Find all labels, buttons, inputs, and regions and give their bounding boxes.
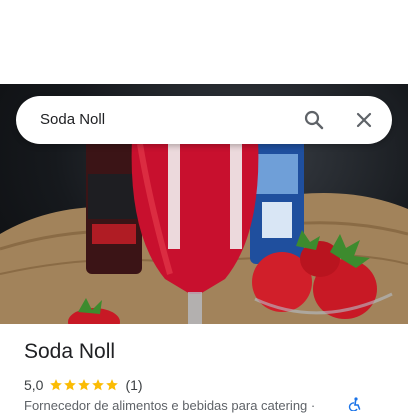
map-area	[0, 0, 408, 84]
star-icon	[64, 379, 77, 391]
rating-row[interactable]: 5,0 (1)	[24, 376, 143, 394]
star-rating	[49, 378, 119, 392]
star-icon	[78, 379, 91, 391]
review-count[interactable]: (1)	[125, 377, 142, 393]
rating-value: 5,0	[24, 377, 44, 393]
search-input[interactable]: Soda Noll	[40, 96, 105, 144]
star-icon	[92, 379, 105, 391]
wheelchair-icon	[348, 397, 362, 412]
place-title: Soda Noll	[24, 340, 116, 363]
star-icon	[106, 379, 119, 391]
place-category: Fornecedor de alimentos e bebidas para c…	[24, 398, 316, 413]
search-bar[interactable]: Soda Noll	[16, 96, 392, 144]
star-icon	[50, 379, 63, 391]
close-icon[interactable]	[352, 108, 376, 132]
search-icon[interactable]	[302, 108, 326, 132]
